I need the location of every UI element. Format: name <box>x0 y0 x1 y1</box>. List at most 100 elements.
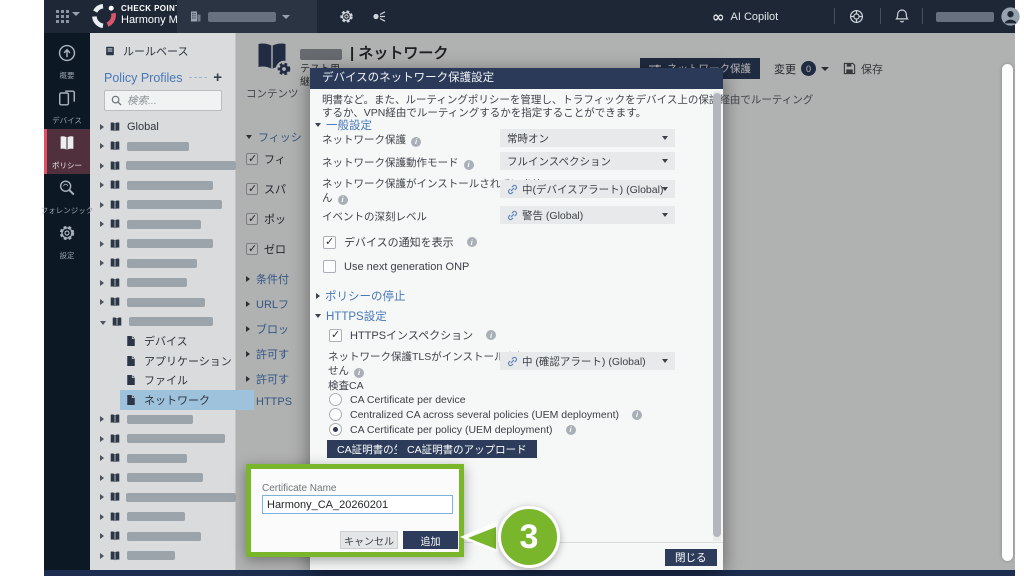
rail-item-settings[interactable]: 設定 <box>44 219 90 264</box>
chevron-right-icon[interactable] <box>100 514 104 520</box>
chevron-right-icon[interactable] <box>100 494 104 500</box>
page-scrollbar[interactable] <box>1002 64 1013 561</box>
tree-item-redacted[interactable] <box>90 176 236 196</box>
tree-item-redacted[interactable] <box>90 312 236 332</box>
https-inspection-checkbox[interactable] <box>329 329 342 342</box>
tree-item-redacted[interactable] <box>90 293 236 313</box>
org-name-redacted <box>208 12 276 22</box>
tree-item-redacted[interactable] <box>90 449 236 469</box>
tree-item-label: Global <box>127 121 159 133</box>
modal-scrollbar-thumb[interactable] <box>713 93 721 537</box>
show-device-notifications-row: デバイスの通知を表示 i <box>323 234 477 250</box>
tree-item-ファイル[interactable]: ファイル <box>120 371 254 391</box>
protection-mode-dropdown[interactable]: フルインスペクション <box>500 152 675 170</box>
protection-dropdown[interactable]: 常時オン <box>500 129 675 147</box>
search-icon <box>111 95 122 106</box>
add-profile-button[interactable]: + <box>213 69 222 86</box>
chevron-right-icon[interactable] <box>100 280 104 286</box>
tree-item-redacted[interactable] <box>90 546 236 566</box>
chevron-down-icon <box>315 314 321 318</box>
next-gen-onp-checkbox[interactable] <box>323 260 336 273</box>
tree-item-デバイス[interactable]: デバイス <box>120 332 254 352</box>
left-rail: 概要デバイスポリシーフォレンジック設定 <box>44 33 90 570</box>
info-icon: i <box>411 137 421 147</box>
certificate-name-popup: Certificate Name キャンセル 追加 <box>246 464 464 557</box>
tree-item-redacted[interactable] <box>90 156 236 176</box>
show-device-notifications-checkbox[interactable] <box>323 236 336 249</box>
radio-button[interactable] <box>329 393 342 406</box>
tree-item-redacted[interactable] <box>90 429 236 449</box>
chevron-right-icon[interactable] <box>100 553 104 559</box>
chevron-right-icon[interactable] <box>100 436 104 442</box>
event-stream-icon[interactable] <box>372 10 387 28</box>
redacted-label <box>127 454 187 463</box>
tls-not-installed-severity-dropdown[interactable]: 中 (確認アラート) (Global) <box>500 352 675 370</box>
notifications-bell-icon[interactable] <box>895 8 909 29</box>
inspection-ca-label: 検査CA <box>328 378 364 393</box>
chevron-right-icon[interactable] <box>100 163 104 169</box>
rail-item-overview[interactable]: 概要 <box>44 39 90 84</box>
radio-button[interactable] <box>329 408 342 421</box>
tree-item-アプリケーション[interactable]: アプリケーション <box>120 351 254 371</box>
cancel-button[interactable]: キャンセル <box>340 531 398 549</box>
tree-item-redacted[interactable] <box>90 137 236 157</box>
tree-item-redacted[interactable] <box>90 273 236 293</box>
tree-item-redacted[interactable] <box>90 527 236 547</box>
section-policy-suspension-toggle[interactable]: ポリシーの停止 <box>316 288 406 304</box>
not-installed-severity-dropdown[interactable]: 中(デバイスアラート) (Global) <box>500 180 675 198</box>
help-icon[interactable] <box>849 9 864 29</box>
redacted-label <box>127 220 201 229</box>
tree-item-Global[interactable]: Global <box>90 117 236 137</box>
radio-button[interactable] <box>329 423 342 436</box>
tree-item-ネットワーク[interactable]: ネットワーク <box>120 390 254 410</box>
book-icon <box>109 296 122 308</box>
redacted-label <box>127 142 189 151</box>
chevron-down-icon[interactable] <box>100 321 106 325</box>
tree-item-redacted[interactable] <box>90 215 236 235</box>
chevron-right-icon[interactable] <box>100 416 104 422</box>
upload-ca-button[interactable]: CA証明書のアップロード <box>397 440 537 458</box>
redacted-label <box>127 181 213 190</box>
chevron-right-icon[interactable] <box>100 124 104 130</box>
tree-item-redacted[interactable] <box>90 468 236 488</box>
tree-item-redacted[interactable] <box>90 507 236 527</box>
chevron-down-icon <box>315 123 321 127</box>
certificate-name-input[interactable] <box>262 495 453 514</box>
chevron-right-icon[interactable] <box>100 241 104 247</box>
book-icon <box>109 277 122 289</box>
chevron-right-icon[interactable] <box>100 202 104 208</box>
book-icon <box>109 472 122 484</box>
tree-item-redacted[interactable] <box>90 410 236 430</box>
chevron-right-icon[interactable] <box>100 533 104 539</box>
add-button[interactable]: 追加 <box>403 531 458 549</box>
profile-search-input[interactable]: 検索... <box>104 90 222 111</box>
app-launcher-icon[interactable] <box>56 10 80 23</box>
rail-item-devices[interactable]: デバイス <box>44 84 90 129</box>
sidebar-item-rulebase[interactable]: ルールベース <box>104 43 188 59</box>
tree-item-redacted[interactable] <box>90 488 236 508</box>
org-selector[interactable] <box>177 0 317 33</box>
chevron-right-icon[interactable] <box>100 475 104 481</box>
close-button[interactable]: 閉じる <box>665 549 717 566</box>
event-severity-dropdown[interactable]: 警告 (Global) <box>500 206 675 224</box>
book-icon <box>109 121 122 133</box>
tree-item-redacted[interactable] <box>90 234 236 254</box>
chevron-right-icon[interactable] <box>100 182 104 188</box>
chevron-right-icon[interactable] <box>100 299 104 305</box>
section-general-toggle[interactable]: 一般設定 <box>315 117 372 133</box>
global-settings-gear-icon[interactable] <box>339 9 354 29</box>
tree-item-redacted[interactable] <box>90 195 236 215</box>
profiles-tree: Globalデバイスアプリケーションファイルネットワーク <box>90 117 236 566</box>
chevron-right-icon[interactable] <box>100 455 104 461</box>
chevron-right-icon[interactable] <box>100 143 104 149</box>
ai-copilot-button[interactable]: ∞ AI Copilot <box>712 8 778 26</box>
user-menu[interactable] <box>936 6 1024 27</box>
rail-item-policy[interactable]: ポリシー <box>44 129 90 174</box>
rail-item-forensics[interactable]: フォレンジック <box>44 174 90 219</box>
tree-item-redacted[interactable] <box>90 254 236 274</box>
divider <box>922 8 923 24</box>
section-https-toggle[interactable]: HTTPS設定 <box>315 308 387 324</box>
chevron-right-icon[interactable] <box>100 260 104 266</box>
chevron-right-icon[interactable] <box>100 221 104 227</box>
info-icon: i <box>354 368 364 378</box>
